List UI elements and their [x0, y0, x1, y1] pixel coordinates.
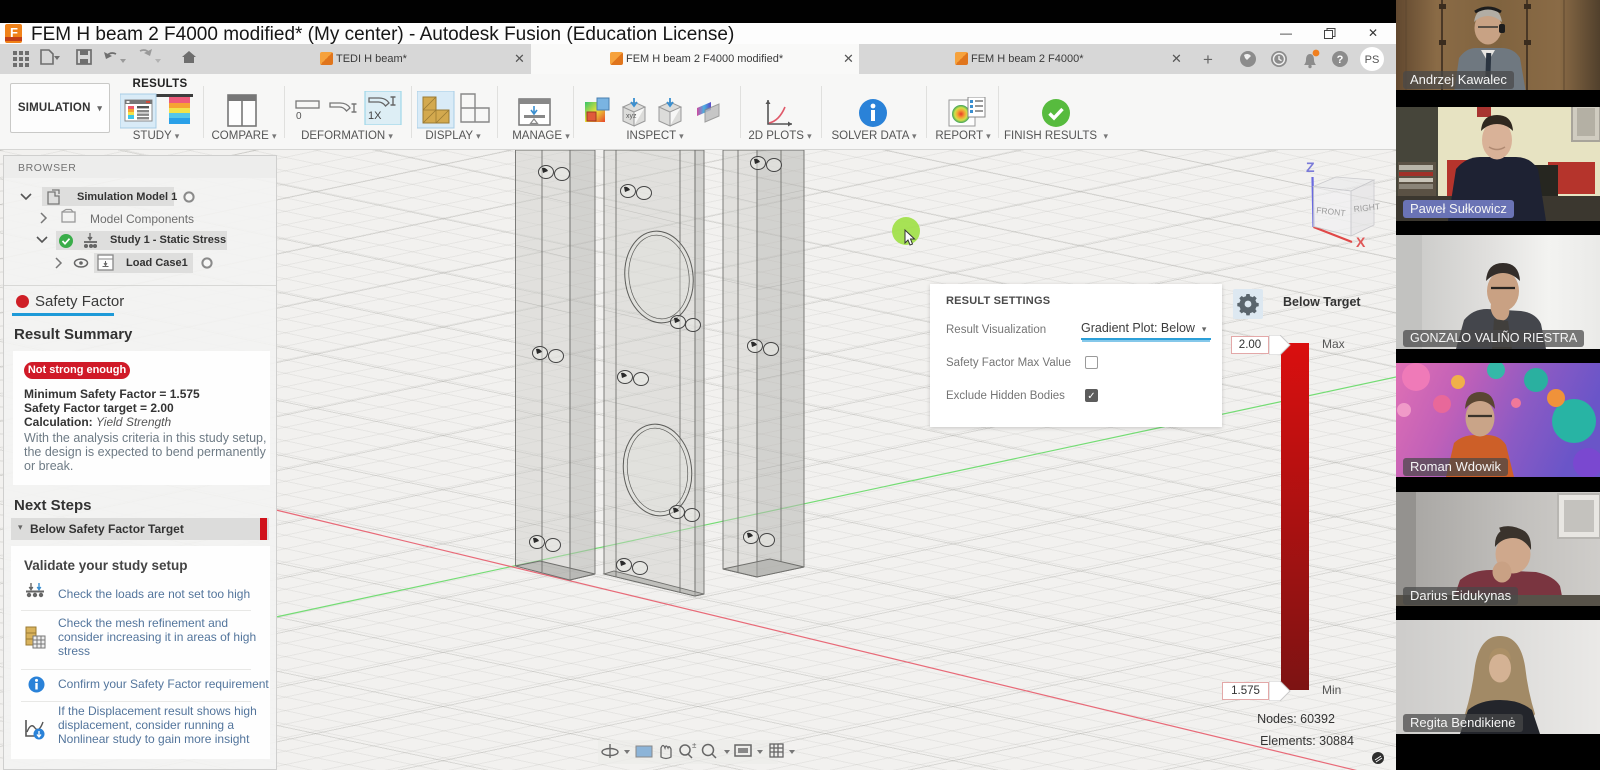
svg-text:?: ? — [1337, 54, 1344, 66]
svg-text:Z: Z — [1306, 159, 1315, 175]
svg-text:xyz: xyz — [626, 113, 637, 120]
svg-text:PS: PS — [1365, 54, 1380, 66]
svg-text:±: ± — [692, 741, 697, 750]
svg-text:0: 0 — [296, 111, 302, 122]
svg-text:X: X — [1356, 234, 1366, 250]
svg-text:1X: 1X — [368, 110, 382, 122]
svg-text:RIGHT: RIGHT — [1353, 201, 1380, 214]
